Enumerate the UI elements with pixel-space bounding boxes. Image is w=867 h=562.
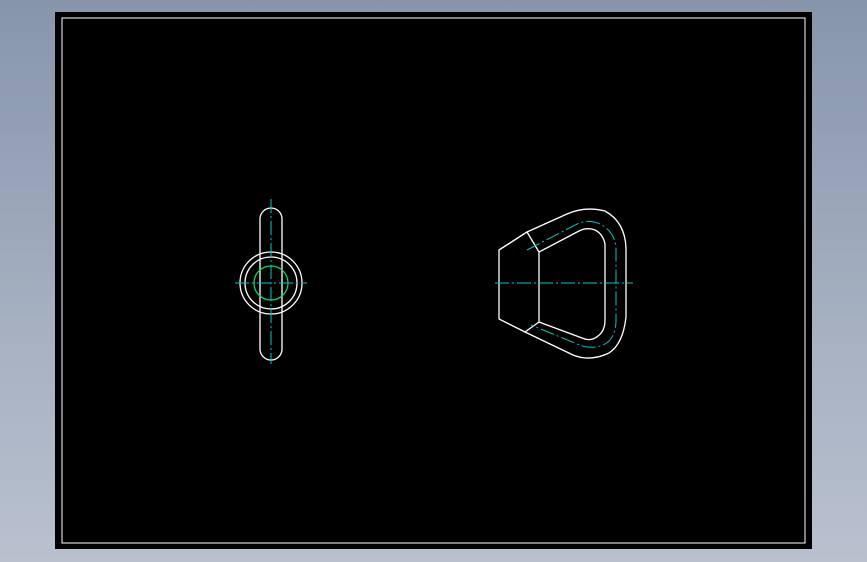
cad-drawing [61,17,806,544]
neck-upper-line [498,231,528,251]
drawing-sheet [55,12,812,549]
ring-inner-contour [538,228,606,341]
drawing-frame [61,17,806,544]
ring-center-path [526,220,617,348]
side-view [235,199,307,364]
front-view [495,208,633,359]
